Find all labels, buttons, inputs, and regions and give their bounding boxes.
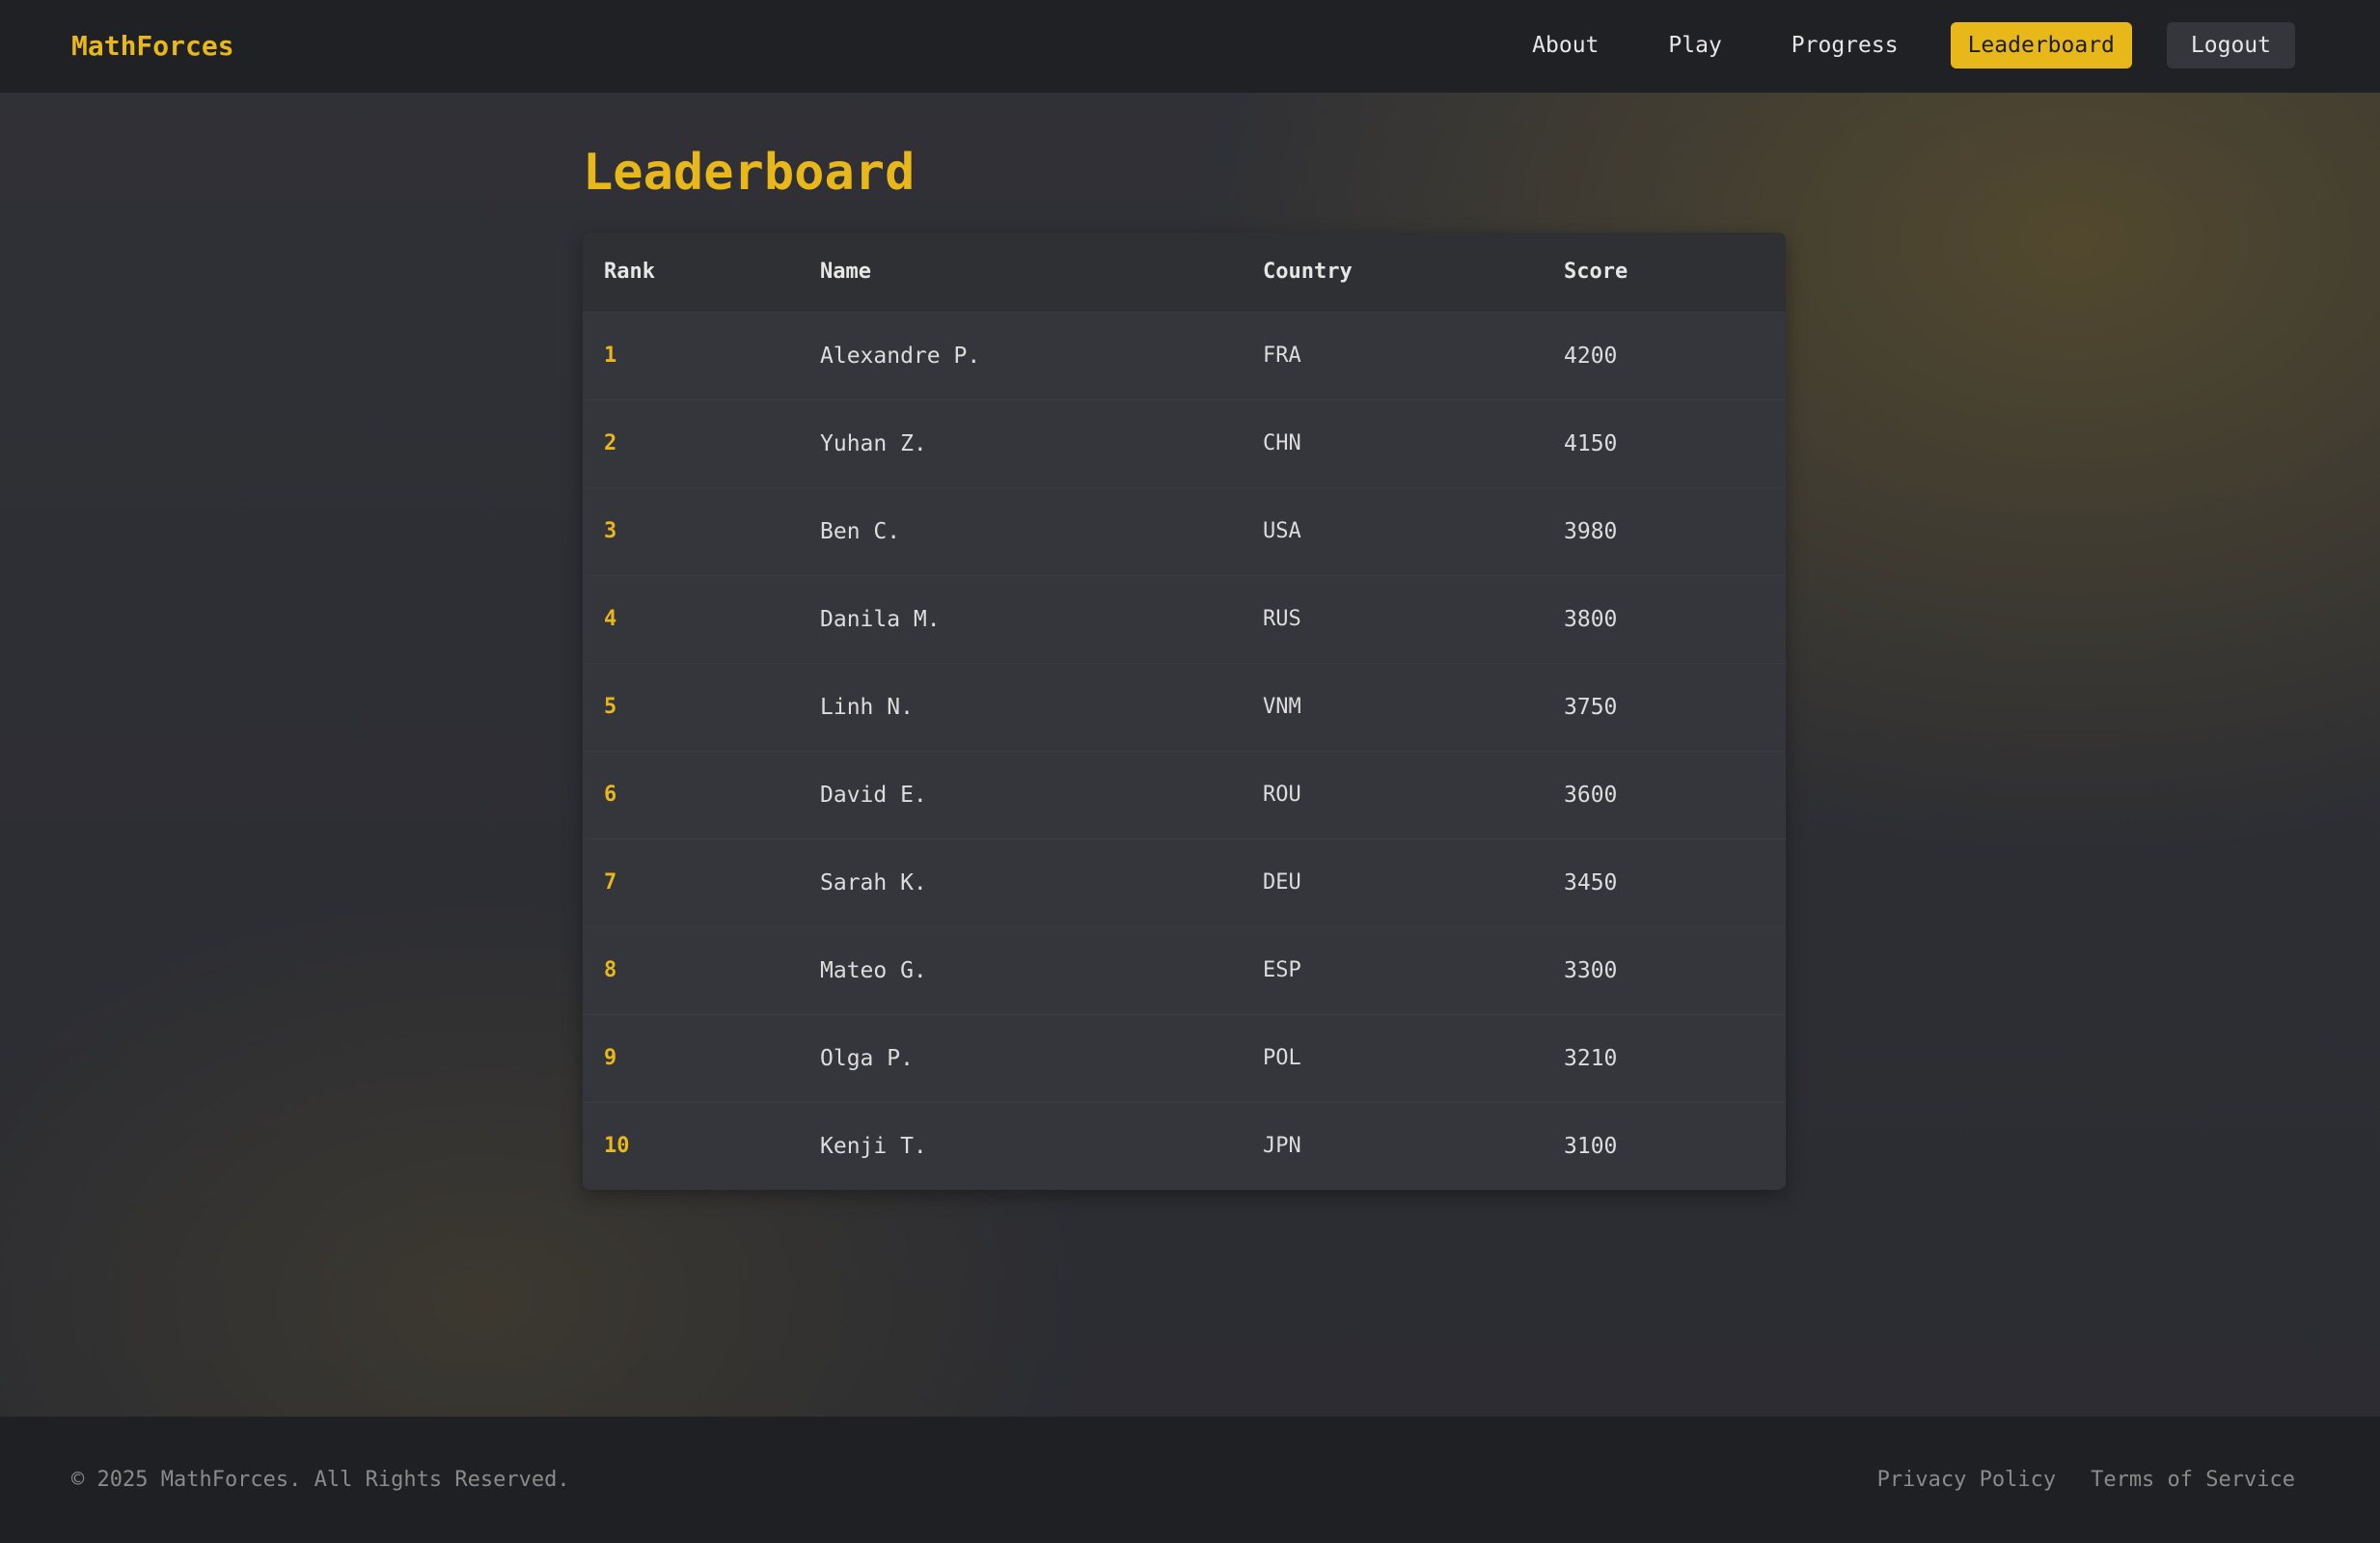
main-content: Leaderboard Rank Name Country Score 1 Ale… <box>0 93 2380 1417</box>
footer-links: Privacy Policy Terms of Service <box>1877 1465 2295 1496</box>
rank-cell: 6 <box>604 783 617 807</box>
name-cell: Kenji T. <box>820 1133 927 1159</box>
rank-cell: 5 <box>604 695 617 719</box>
logout-button[interactable]: Logout <box>2166 22 2295 69</box>
table-row: 9 Olga P. POL 3210 <box>583 1014 1786 1102</box>
nav-play[interactable]: Play <box>1651 22 1738 69</box>
rank-cell: 3 <box>604 519 617 543</box>
score-cell: 3800 <box>1564 606 1618 632</box>
leaderboard-table: Rank Name Country Score 1 Alexandre P. FRA… <box>583 233 1786 1190</box>
name-cell: Alexandre P. <box>820 343 981 369</box>
score-cell: 3450 <box>1564 869 1618 895</box>
country-cell: ROU <box>1263 783 1301 807</box>
site-footer: © 2025 MathForces. All Rights Reserved. … <box>0 1417 2380 1543</box>
column-header-score: Score <box>1564 260 1628 285</box>
rank-cell: 9 <box>604 1046 617 1070</box>
rank-cell: 2 <box>604 431 617 455</box>
score-cell: 4200 <box>1564 343 1618 369</box>
table-row: 1 Alexandre P. FRA 4200 <box>583 312 1786 400</box>
country-cell: RUS <box>1263 607 1301 631</box>
main-nav: About Play Progress Leaderboard Logout <box>1515 22 2295 69</box>
name-cell: David E. <box>820 782 927 808</box>
country-cell: FRA <box>1263 344 1301 368</box>
name-cell: Olga P. <box>820 1045 914 1071</box>
score-cell: 3300 <box>1564 957 1618 983</box>
score-cell: 3600 <box>1564 782 1618 808</box>
table-row: 10 Kenji T. JPN 3100 <box>583 1102 1786 1190</box>
country-cell: POL <box>1263 1046 1301 1070</box>
name-cell: Danila M. <box>820 606 941 632</box>
nav-progress[interactable]: Progress <box>1774 22 1916 69</box>
name-cell: Yuhan Z. <box>820 430 927 456</box>
table-body: 1 Alexandre P. FRA 4200 2 Yuhan Z. CHN 4150 3 Ben… <box>583 312 1786 1190</box>
rank-cell: 8 <box>604 958 617 982</box>
rank-cell: 4 <box>604 607 617 631</box>
nav-leaderboard[interactable]: Leaderboard <box>1950 22 2132 69</box>
name-cell: Sarah K. <box>820 869 927 895</box>
name-cell: Ben C. <box>820 518 901 544</box>
score-cell: 3100 <box>1564 1133 1618 1159</box>
rank-cell: 7 <box>604 870 617 895</box>
name-cell: Mateo G. <box>820 957 927 983</box>
table-row: 3 Ben C. USA 3980 <box>583 487 1786 575</box>
table-row: 2 Yuhan Z. CHN 4150 <box>583 400 1786 487</box>
rank-cell: 1 <box>604 344 617 368</box>
site-logo[interactable]: MathForces <box>71 27 234 66</box>
copyright-text: © 2025 MathForces. All Rights Reserved. <box>71 1468 570 1492</box>
terms-of-service-link[interactable]: Terms of Service <box>2091 1465 2295 1496</box>
table-header-row: Rank Name Country Score <box>583 233 1786 312</box>
score-cell: 3210 <box>1564 1045 1618 1071</box>
privacy-policy-link[interactable]: Privacy Policy <box>1877 1465 2056 1496</box>
rank-cell: 10 <box>604 1134 630 1159</box>
page-title: Leaderboard <box>583 144 916 202</box>
country-cell: USA <box>1263 519 1301 543</box>
score-cell: 3980 <box>1564 518 1618 544</box>
table-row: 8 Mateo G. ESP 3300 <box>583 926 1786 1014</box>
table-row: 6 David E. ROU 3600 <box>583 751 1786 839</box>
country-cell: VNM <box>1263 695 1301 719</box>
country-cell: CHN <box>1263 431 1301 455</box>
country-cell: JPN <box>1263 1134 1301 1159</box>
country-cell: ESP <box>1263 958 1301 982</box>
top-navbar: MathForces About Play Progress Leaderboa… <box>0 0 2380 93</box>
score-cell: 4150 <box>1564 430 1618 456</box>
table-header: Rank Name Country Score <box>583 233 1786 312</box>
table-row: 5 Linh N. VNM 3750 <box>583 663 1786 751</box>
score-cell: 3750 <box>1564 694 1618 720</box>
nav-about[interactable]: About <box>1515 22 1616 69</box>
table-row: 4 Danila M. RUS 3800 <box>583 575 1786 663</box>
country-cell: DEU <box>1263 870 1301 895</box>
leaderboard-card: Rank Name Country Score 1 Alexandre P. FRA… <box>583 233 1786 1190</box>
name-cell: Linh N. <box>820 694 914 720</box>
table-row: 7 Sarah K. DEU 3450 <box>583 839 1786 926</box>
column-header-name: Name <box>820 260 871 285</box>
column-header-country: Country <box>1263 260 1353 285</box>
column-header-rank: Rank <box>604 260 655 285</box>
